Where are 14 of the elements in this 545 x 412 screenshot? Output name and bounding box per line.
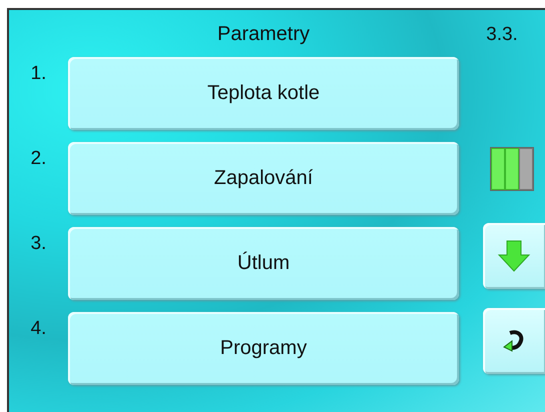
screen-number: 3.3.: [486, 22, 518, 46]
item-number: 2.: [30, 148, 46, 170]
item-number: 3.: [30, 233, 46, 255]
menu-item-button[interactable]: Teplota kotle: [68, 57, 459, 130]
return-arrow-icon: [502, 329, 526, 353]
menu-item-button[interactable]: Zapalování: [68, 142, 459, 215]
menu-item-button[interactable]: Programy: [68, 312, 459, 385]
screen-title: Parametry: [216, 22, 311, 46]
back-button[interactable]: [483, 308, 545, 374]
item-number: 1.: [30, 63, 46, 85]
scroll-down-button[interactable]: [483, 223, 545, 289]
menu-item-button[interactable]: Útlum: [68, 227, 459, 300]
item-number: 4.: [30, 318, 46, 340]
down-arrow-icon: [497, 239, 531, 273]
